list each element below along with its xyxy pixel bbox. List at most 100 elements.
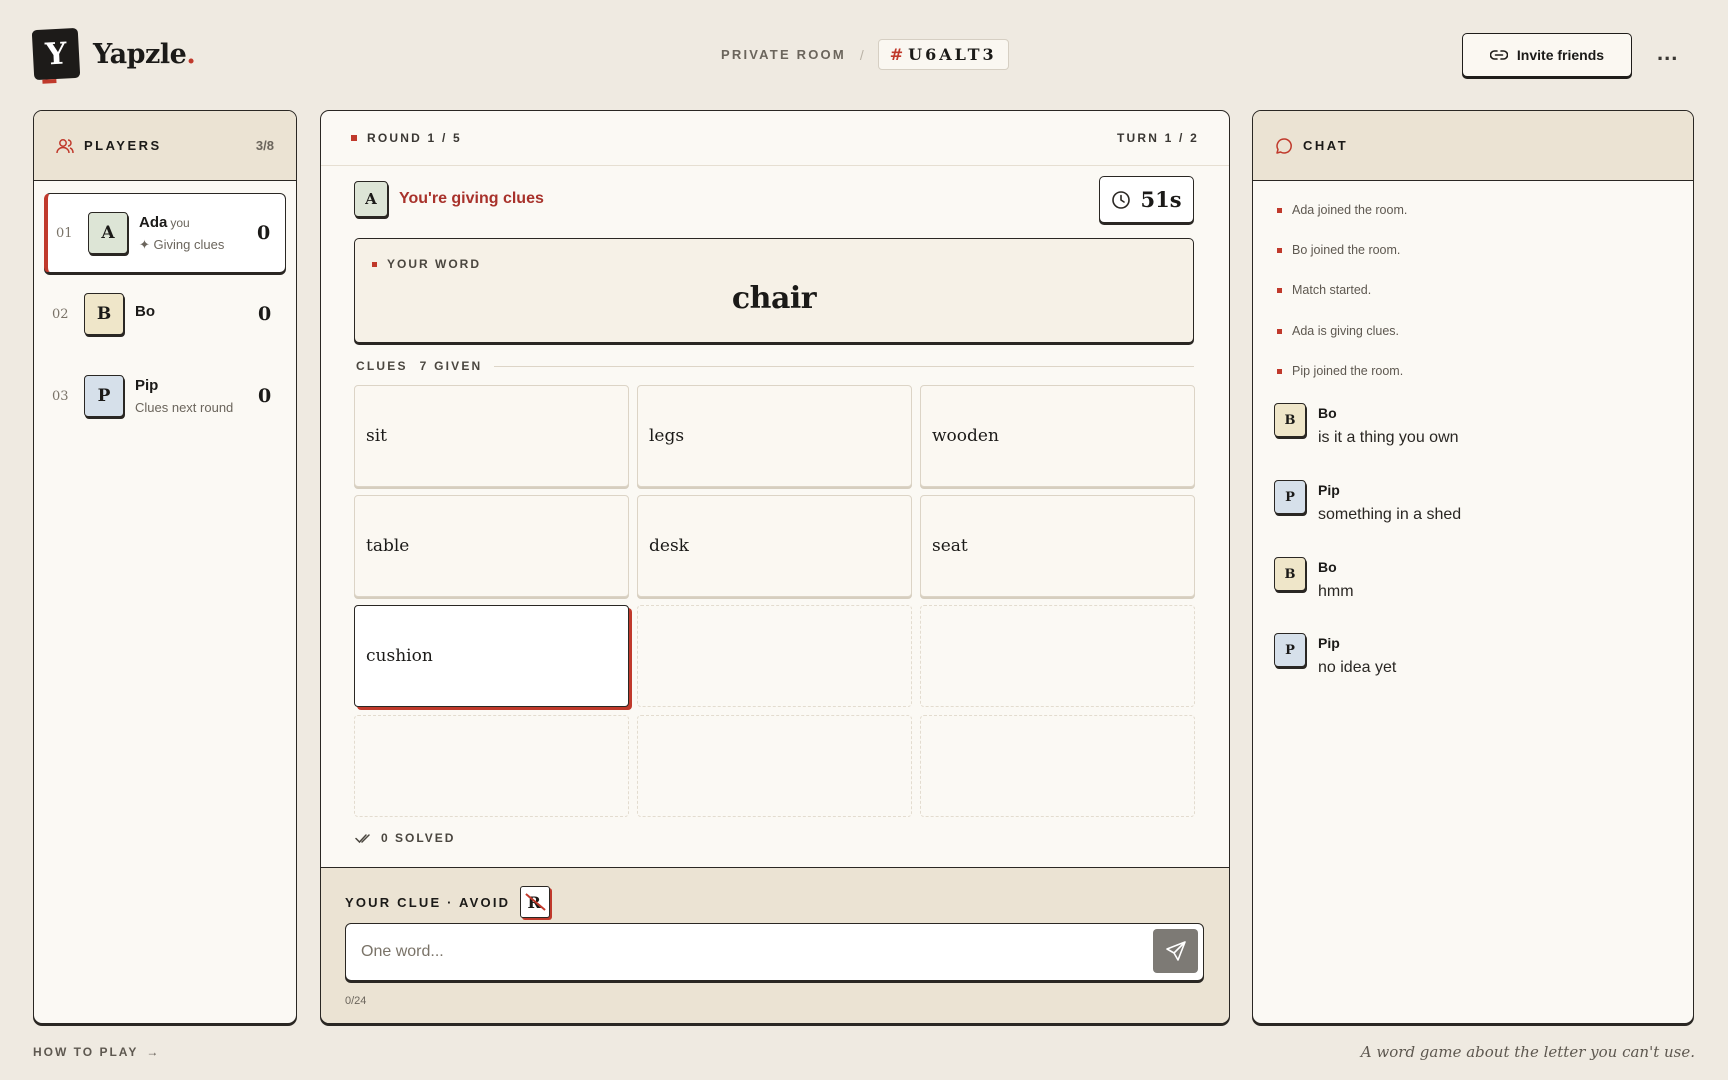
empty-clue-slot <box>637 715 912 817</box>
players-header: PLAYERS 3/8 <box>34 111 296 181</box>
clue-grid: sit legs wooden table desk seat cushion <box>354 385 1195 817</box>
player-row-pip[interactable]: 03 P Pip Clues next round 0 <box>44 356 286 436</box>
avatar: P <box>1274 633 1306 667</box>
avatar: P <box>84 375 124 417</box>
chat-message: B Bo is it a thing you own <box>1274 403 1459 447</box>
clue-card: table <box>354 495 629 597</box>
player-number: 03 <box>52 388 69 404</box>
player-status: Clues next round <box>135 400 234 415</box>
clues-given: 7 GIVEN <box>419 359 483 373</box>
message-text: something in a shed <box>1318 506 1462 523</box>
player-name: Bo <box>135 302 155 320</box>
clue-entry-area: YOUR CLUE · AVOID R One word... 0/24 <box>321 867 1229 1023</box>
system-message: Ada joined the room. <box>1277 203 1407 217</box>
forbidden-letter-tile: R <box>520 886 551 918</box>
invite-label: Invite friends <box>1516 47 1605 63</box>
chat-bubble-icon <box>1276 137 1292 154</box>
word-label: YOUR WORD <box>372 257 481 271</box>
chat-message: P Pip no idea yet <box>1274 633 1396 677</box>
chat-header: CHAT <box>1253 111 1693 181</box>
message-author: Pip <box>1318 635 1340 651</box>
message-author: Bo <box>1318 405 1337 421</box>
avatar: P <box>1274 480 1306 514</box>
solved-count: 0 SOLVED <box>355 831 455 845</box>
empty-clue-slot <box>920 715 1195 817</box>
player-row-ada[interactable]: 01 A Ada you ✦ Giving clues 0 <box>44 193 286 273</box>
double-check-icon <box>355 834 370 844</box>
message-text: is it a thing you own <box>1318 429 1459 446</box>
player-number: 01 <box>56 225 73 241</box>
timer-value: 51s <box>1140 187 1182 212</box>
clue-card-latest: cushion <box>354 605 629 707</box>
giver-status: You're giving clues <box>399 190 544 207</box>
link-icon <box>1489 50 1508 60</box>
message-text: no idea yet <box>1318 659 1397 676</box>
avatar: A <box>354 181 388 217</box>
clue-giver: A You're giving clues <box>354 181 544 217</box>
game-panel: ROUND 1 / 5 TURN 1 / 2 A You're giving c… <box>320 110 1230 1024</box>
avatar: A <box>88 212 128 254</box>
message-author: Bo <box>1318 559 1337 575</box>
secret-word-card: YOUR WORD chair <box>354 238 1194 343</box>
avatar: B <box>1274 557 1306 591</box>
secret-word: chair <box>731 281 817 316</box>
turn-timer: 51s <box>1099 176 1194 223</box>
clue-card: sit <box>354 385 629 487</box>
clue-card: legs <box>637 385 912 487</box>
players-panel: PLAYERS 3/8 01 A Ada you ✦ Giving clues 0… <box>33 110 297 1024</box>
system-message: Ada is giving clues. <box>1277 324 1399 338</box>
clue-input-placeholder: One word... <box>361 943 444 960</box>
brand-logo[interactable]: Y Yapzle. <box>31 27 196 81</box>
player-score: 0 <box>257 222 271 244</box>
send-icon <box>1165 941 1186 961</box>
clue-card: desk <box>637 495 912 597</box>
system-message: Match started. <box>1277 283 1371 297</box>
system-message: Bo joined the room. <box>1277 243 1400 257</box>
player-score: 0 <box>258 303 272 325</box>
chat-title: CHAT <box>1303 138 1349 153</box>
empty-clue-slot <box>637 605 912 707</box>
clue-card: wooden <box>920 385 1195 487</box>
clock-icon <box>1112 190 1131 209</box>
clue-input[interactable]: One word... <box>345 923 1204 981</box>
turn-indicator: TURN 1 / 2 <box>1116 131 1199 145</box>
message-author: Pip <box>1318 482 1340 498</box>
char-counter: 0/24 <box>345 995 367 1007</box>
avatar: B <box>1274 403 1306 437</box>
how-to-play-link[interactable]: HOW TO PLAY → <box>33 1045 160 1059</box>
room-label: PRIVATE ROOM <box>721 47 846 62</box>
invite-friends-button[interactable]: Invite friends <box>1462 33 1632 77</box>
room-separator: / <box>859 46 864 63</box>
chat-message: P Pip something in a shed <box>1274 480 1461 524</box>
player-name: Pip <box>135 377 159 394</box>
player-number: 02 <box>52 306 69 322</box>
more-options-icon[interactable]: ... <box>1657 40 1678 66</box>
arrow-right-icon: → <box>146 1045 161 1059</box>
player-score: 0 <box>258 385 272 407</box>
logo-mark: Y <box>31 27 81 81</box>
player-name: Ada you <box>139 213 190 231</box>
chat-message: B Bo hmm <box>1274 557 1354 601</box>
clues-label: CLUES <box>356 359 408 373</box>
round-bar: ROUND 1 / 5 TURN 1 / 2 <box>321 111 1229 166</box>
users-icon <box>56 138 74 153</box>
chat-panel: CHAT Ada joined the room. Bo joined the … <box>1252 110 1694 1024</box>
avatar: B <box>84 293 124 335</box>
players-title: PLAYERS <box>84 138 162 153</box>
message-text: hmm <box>1318 583 1354 600</box>
brand-name: Yapzle. <box>93 38 196 70</box>
send-button[interactable] <box>1153 929 1198 973</box>
tagline: A word game about the letter you can't u… <box>1360 1043 1695 1061</box>
player-row-bo[interactable]: 02 B Bo 0 <box>44 274 286 354</box>
empty-clue-slot <box>920 605 1195 707</box>
clue-card: seat <box>920 495 1195 597</box>
player-status: ✦ Giving clues <box>139 236 225 252</box>
room-code[interactable]: # U6ALT3 <box>877 39 1009 70</box>
players-count: 3/8 <box>255 138 274 153</box>
round-marker <box>351 135 357 141</box>
clue-input-label: YOUR CLUE · AVOID R <box>345 886 551 918</box>
round-indicator: ROUND 1 / 5 <box>367 131 462 145</box>
clues-header: CLUES 7 GIVEN <box>356 359 1194 373</box>
room-info: PRIVATE ROOM / # U6ALT3 <box>721 39 1009 70</box>
empty-clue-slot <box>354 715 629 817</box>
